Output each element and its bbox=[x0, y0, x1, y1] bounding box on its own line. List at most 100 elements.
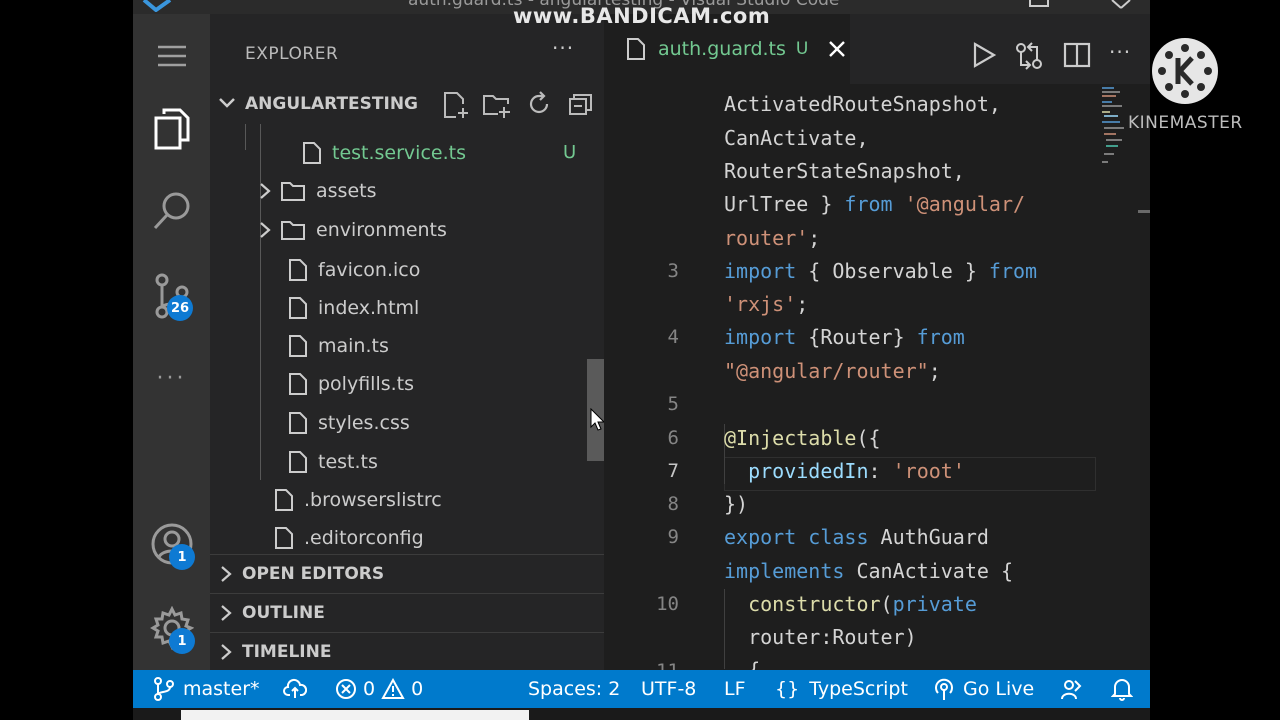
code-line: import { Observable } from bbox=[724, 259, 1038, 283]
line-number: 4 bbox=[667, 326, 679, 348]
tree-item-index-html[interactable]: index.html bbox=[288, 289, 419, 327]
editor-more-icon[interactable]: ··· bbox=[1109, 40, 1131, 64]
code-line: router'; bbox=[724, 226, 821, 250]
warning-count: 0 bbox=[411, 678, 424, 700]
kinemaster-watermark: KINEMASTER bbox=[1128, 113, 1243, 133]
branch-name: master* bbox=[183, 678, 260, 700]
tree-item-editorconfig[interactable]: .editorconfig bbox=[274, 519, 424, 557]
kinemaster-k-icon bbox=[1158, 44, 1212, 98]
bell-icon[interactable] bbox=[1111, 677, 1133, 701]
close-icon[interactable] bbox=[828, 40, 846, 58]
cloud-upload-icon bbox=[283, 678, 307, 698]
tree-item-main-ts[interactable]: main.ts bbox=[288, 327, 389, 365]
line-number: 10 bbox=[656, 593, 679, 615]
source-control-badge: 26 bbox=[167, 295, 193, 321]
indentation-button[interactable]: Spaces: 2 bbox=[528, 670, 620, 708]
file-icon bbox=[303, 142, 321, 164]
section-timeline[interactable]: TIMELINE bbox=[210, 632, 604, 670]
project-header[interactable]: ANGULARTESTING bbox=[210, 84, 604, 124]
code-line: { bbox=[724, 658, 761, 670]
code-line: CanActivate, bbox=[724, 126, 869, 150]
code-line: 'rxjs'; bbox=[724, 292, 809, 316]
untracked-badge: U bbox=[563, 142, 577, 163]
language-mode-button[interactable]: {} TypeScript bbox=[775, 670, 908, 708]
line-number: 8 bbox=[667, 493, 679, 515]
chevron-right-icon bbox=[221, 566, 232, 582]
code-line: providedIn: 'root' bbox=[748, 459, 965, 483]
code-editor[interactable]: ActivatedRouteSnapshot, CanActivate, Rou… bbox=[604, 84, 1150, 670]
tree-item-environments[interactable]: environments bbox=[258, 211, 447, 249]
sync-button[interactable] bbox=[283, 670, 307, 708]
status-bar: master* 0 0 Spaces: 2 UTF-8 LF {} TypeSc… bbox=[133, 670, 1150, 708]
tab-untracked-badge: U bbox=[795, 39, 809, 59]
run-icon[interactable] bbox=[971, 41, 997, 69]
section-label: OUTLINE bbox=[242, 603, 325, 623]
branch-button[interactable]: master* bbox=[153, 670, 260, 708]
vscode-window: auth.guard.ts - angulartesting - Visual … bbox=[133, 0, 1150, 720]
section-label: TIMELINE bbox=[242, 642, 332, 662]
refresh-icon[interactable] bbox=[526, 91, 552, 117]
split-editor-icon[interactable] bbox=[1063, 42, 1091, 68]
braces-icon: {} bbox=[775, 678, 800, 700]
file-icon bbox=[289, 412, 307, 434]
tree-item-label: polyfills.ts bbox=[318, 373, 415, 395]
taskbar-strip bbox=[133, 708, 1150, 720]
tree-item-polyfills[interactable]: polyfills.ts bbox=[288, 365, 414, 403]
tree-item-favicon[interactable]: favicon.ico bbox=[288, 251, 420, 289]
tree-item-label: .browserslistrc bbox=[304, 489, 442, 511]
chevron-down-icon bbox=[219, 98, 235, 108]
open-changes-icon[interactable] bbox=[1014, 41, 1044, 71]
problems-button[interactable]: 0 0 bbox=[335, 670, 423, 708]
eol-button[interactable]: LF bbox=[724, 670, 746, 708]
menu-icon[interactable] bbox=[133, 44, 210, 68]
editor-scrollbar-marker bbox=[1138, 210, 1150, 213]
activity-bar: 26 ··· 1 1 bbox=[133, 14, 210, 670]
vscode-logo-icon bbox=[142, 0, 172, 12]
folder-icon bbox=[281, 182, 305, 201]
close-window-icon[interactable] bbox=[1110, 0, 1132, 10]
feedback-icon[interactable] bbox=[1059, 678, 1083, 702]
go-live-button[interactable]: Go Live bbox=[933, 670, 1034, 708]
file-icon bbox=[289, 373, 307, 395]
section-outline[interactable]: OUTLINE bbox=[210, 593, 604, 632]
code-line: UrlTree } from '@angular/ bbox=[724, 192, 1026, 216]
tree-item-styles-css[interactable]: styles.css bbox=[288, 404, 410, 442]
line-number: 3 bbox=[667, 260, 679, 282]
explorer-sidebar: EXPLORER ··· ANGULARTESTING test.service… bbox=[210, 14, 604, 670]
tree-item-label: favicon.ico bbox=[318, 259, 421, 281]
tree-item-label: environments bbox=[316, 219, 447, 241]
explorer-more-button[interactable]: ··· bbox=[552, 36, 574, 60]
tree-item-test-service[interactable]: test.service.ts bbox=[302, 134, 466, 172]
broadcast-icon bbox=[935, 678, 953, 700]
tree-item-test-ts[interactable]: test.ts bbox=[288, 443, 378, 481]
tab-label: auth.guard.ts bbox=[658, 38, 786, 60]
code-line: router:Router) bbox=[724, 625, 917, 649]
code-line: export class AuthGuard bbox=[724, 525, 989, 549]
new-file-icon[interactable] bbox=[442, 90, 470, 120]
minimap[interactable] bbox=[1100, 84, 1128, 174]
line-number: 6 bbox=[667, 427, 679, 449]
accounts-badge: 1 bbox=[169, 544, 195, 570]
file-icon bbox=[289, 297, 307, 319]
more-views-icon[interactable]: ··· bbox=[133, 366, 210, 391]
tree-item-assets[interactable]: assets bbox=[258, 172, 376, 210]
chevron-right-icon bbox=[260, 222, 271, 238]
error-icon bbox=[336, 679, 356, 699]
line-number: 5 bbox=[667, 393, 679, 415]
folder-icon bbox=[281, 221, 305, 240]
warning-icon bbox=[381, 678, 405, 699]
tree-item-label: test.service.ts bbox=[332, 142, 466, 164]
chevron-right-icon bbox=[221, 605, 232, 621]
collapse-all-icon[interactable] bbox=[568, 92, 594, 116]
tree-item-browserslistrc[interactable]: .browserslistrc bbox=[274, 481, 442, 519]
section-open-editors[interactable]: OPEN EDITORS bbox=[210, 554, 604, 593]
explorer-icon[interactable] bbox=[133, 106, 210, 150]
line-number: 9 bbox=[667, 526, 679, 548]
code-line: import {Router} from bbox=[724, 325, 965, 349]
search-icon[interactable] bbox=[133, 190, 210, 232]
taskbar-search-box[interactable] bbox=[181, 710, 529, 720]
encoding-button[interactable]: UTF-8 bbox=[641, 670, 696, 708]
new-folder-icon[interactable] bbox=[482, 90, 512, 120]
maximize-icon[interactable] bbox=[1028, 0, 1050, 8]
code-line: ActivatedRouteSnapshot, bbox=[724, 92, 1001, 116]
